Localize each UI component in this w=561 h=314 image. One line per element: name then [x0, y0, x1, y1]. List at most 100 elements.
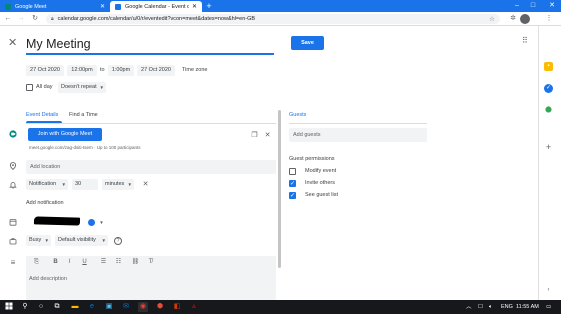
tabs-divider — [26, 123, 276, 124]
invite-others-label: Invite others — [305, 180, 335, 186]
window-close-button[interactable]: ✕ — [545, 0, 559, 12]
edge-icon[interactable]: e — [87, 302, 97, 312]
tab-find-a-time[interactable]: Find a Time — [69, 110, 98, 120]
acrobat-icon[interactable]: ⲁ — [189, 302, 199, 312]
remove-notification-icon[interactable]: ✕ — [141, 180, 150, 189]
windows-start-icon[interactable] — [4, 302, 14, 312]
search-icon[interactable]: ⚲ — [20, 302, 30, 312]
lock-icon: 🔒︎ — [51, 16, 54, 22]
expand-panel-icon[interactable]: › — [544, 286, 553, 295]
mail-icon[interactable]: ✉ — [121, 302, 131, 312]
notification-unit-select[interactable]: minutes ▼ — [102, 179, 134, 190]
copy-icon[interactable]: ❐ — [250, 131, 259, 140]
invite-others-checkbox[interactable]: ✓ — [289, 180, 296, 187]
add-location-input[interactable]: Add location — [26, 160, 276, 174]
keep-icon[interactable]: ▪ — [544, 62, 553, 71]
app-icon[interactable]: ⬢ — [155, 302, 165, 312]
italic-icon[interactable]: I — [65, 258, 74, 267]
start-time-chip[interactable]: 12:00pm — [67, 65, 97, 76]
add-notification-link[interactable]: Add notification — [26, 199, 64, 208]
start-date-chip[interactable]: 27 Oct 2020 — [26, 65, 64, 76]
see-guest-list-label: See guest list — [305, 192, 339, 198]
remove-meet-icon[interactable]: ✕ — [263, 131, 272, 140]
calendar-icon — [9, 218, 17, 226]
chrome-icon[interactable]: ◉ — [138, 302, 148, 312]
event-title-field[interactable]: My Meeting — [26, 36, 274, 55]
tab-close-icon[interactable]: ✕ — [192, 3, 197, 10]
add-guests-input[interactable]: Add guests — [289, 128, 427, 142]
tray-chevron-icon[interactable]: ︿ — [466, 301, 472, 313]
event-title-input[interactable]: My Meeting — [26, 36, 274, 53]
cortana-icon[interactable]: ○ — [36, 302, 46, 312]
numbered-list-icon[interactable]: ☰ — [99, 258, 108, 267]
chevron-down-icon: ▼ — [101, 238, 106, 243]
address-bar[interactable]: 🔒︎ calendar.google.com/calendar/u/0/r/ev… — [46, 14, 500, 24]
add-addon-icon[interactable]: + — [544, 143, 553, 152]
back-arrow-icon[interactable]: ← — [3, 14, 13, 24]
minimize-button[interactable]: – — [510, 0, 524, 12]
save-button[interactable]: Save — [291, 36, 324, 50]
visibility-select[interactable]: Default visibility ▼ — [55, 235, 108, 246]
close-event-icon[interactable]: ✕ — [8, 36, 17, 50]
forward-arrow-icon[interactable]: → — [16, 14, 26, 24]
join-google-meet-button[interactable]: Join with Google Meet — [28, 128, 102, 141]
busy-select[interactable]: Busy ▼ — [26, 235, 51, 246]
apps-grid-icon[interactable]: ⠿ — [522, 36, 528, 46]
file-explorer-icon[interactable]: ▬ — [70, 302, 80, 312]
end-time-chip[interactable]: 1:00pm — [108, 65, 134, 76]
meet-link-text: meet.google.com/zag-dsiti-tsem · Up to 1… — [29, 145, 141, 150]
bulleted-list-icon[interactable]: ☷ — [114, 258, 123, 267]
notification-type-select[interactable]: Notification ▼ — [26, 179, 68, 190]
end-date-chip[interactable]: 27 Oct 2020 — [137, 65, 175, 76]
link-icon[interactable]: ⛓ — [131, 258, 140, 267]
browser-tab-calendar[interactable]: Google Calendar - Event details ✕ — [110, 1, 202, 12]
see-guest-list-checkbox[interactable]: ✓ — [289, 192, 296, 199]
guests-heading: Guests — [289, 112, 307, 118]
volume-icon[interactable]: 🔈︎ — [489, 301, 492, 313]
notification-amount-value: 30 — [75, 181, 82, 187]
busy-value: Busy — [29, 237, 42, 243]
remove-formatting-icon[interactable]: T̸ — [146, 258, 155, 267]
chevron-down-icon: ▼ — [127, 182, 132, 187]
maps-pin-icon[interactable]: ⬤ — [544, 106, 553, 115]
notification-amount-input[interactable]: 30 — [72, 179, 98, 190]
notification-type-value: Notification — [29, 181, 57, 187]
calendar-color-dot[interactable] — [88, 219, 95, 226]
visibility-value: Default visibility — [58, 237, 96, 243]
office-icon[interactable]: ◧ — [172, 302, 182, 312]
redacted-calendar-owner — [33, 216, 81, 226]
guests-divider — [289, 123, 427, 124]
bookmark-star-icon[interactable]: ☆ — [489, 15, 495, 23]
attachment-icon[interactable]: ⎘ — [32, 258, 41, 267]
maximize-button[interactable]: □ — [526, 0, 540, 12]
browser-menu-icon[interactable]: ⋮ — [544, 14, 554, 24]
time-zone-link[interactable]: Time zone — [182, 65, 207, 76]
language-indicator[interactable]: ENG — [501, 301, 513, 313]
chevron-down-icon[interactable]: ▼ — [97, 218, 106, 227]
store-icon[interactable]: ▣ — [104, 302, 114, 312]
network-icon[interactable]: ☐ — [478, 301, 483, 313]
form-scrollbar[interactable] — [278, 110, 281, 268]
help-icon[interactable]: ? — [114, 237, 122, 245]
clock-time[interactable]: 11:55 AM — [516, 301, 539, 313]
notifications-icon[interactable]: ▭ — [546, 301, 551, 313]
tab-title: Google Calendar - Event details — [125, 3, 189, 10]
modify-event-checkbox[interactable] — [289, 168, 296, 175]
underline-icon[interactable]: U — [80, 258, 89, 267]
browser-tab-google-meet[interactable]: Google Meet ✕ — [0, 1, 110, 12]
url-text: calendar.google.com/calendar/u/0/r/event… — [57, 16, 256, 22]
profile-avatar[interactable] — [520, 14, 530, 24]
repeat-select[interactable]: Doesn't repeat ▼ — [58, 82, 106, 93]
tab-close-icon[interactable]: ✕ — [100, 3, 105, 10]
reload-icon[interactable]: ↻ — [30, 14, 40, 24]
location-pin-icon — [9, 162, 17, 171]
tab-title: Google Meet — [15, 3, 47, 10]
new-tab-button[interactable]: + — [204, 1, 214, 11]
tab-event-details[interactable]: Event Details — [26, 110, 58, 120]
task-view-icon[interactable]: ⧉ — [52, 302, 62, 312]
chevron-down-icon: ▼ — [44, 238, 49, 243]
all-day-checkbox[interactable] — [26, 84, 33, 91]
extensions-icon[interactable]: ✲ — [508, 14, 518, 24]
tasks-icon[interactable]: ✓ — [544, 84, 553, 93]
bold-icon[interactable]: B — [51, 258, 60, 267]
